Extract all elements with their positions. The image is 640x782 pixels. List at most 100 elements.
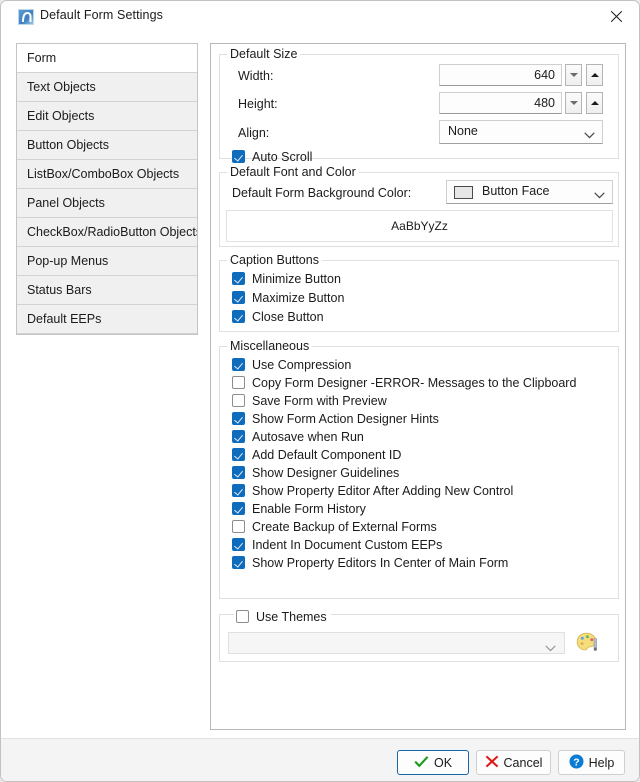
sidebar-item-label: CheckBox/RadioButton Objects <box>27 225 197 239</box>
settings-panel: Default Size Width: 640 Height: 480 Alig… <box>210 43 626 730</box>
sidebar-item-listbox-combobox-objects[interactable]: ListBox/ComboBox Objects <box>17 160 197 189</box>
show-designer-guidelines-checkbox[interactable]: Show Designer Guidelines <box>232 463 399 482</box>
create-backup-of-external-forms-checkbox[interactable]: Create Backup of External Forms <box>232 517 437 536</box>
default-font-color-group: Default Font and Color Default Form Back… <box>219 165 619 247</box>
show-property-editors-in-center-of-main-form-checkbox[interactable]: Show Property Editors In Center of Main … <box>232 553 508 572</box>
maximize-button-checkbox[interactable]: Maximize Button <box>232 288 344 307</box>
checkbox-label: Show Designer Guidelines <box>252 465 400 480</box>
font-preview-box: AaBbYyZz <box>226 210 613 242</box>
height-spin-down-button[interactable] <box>565 92 582 114</box>
sidebar-item-panel-objects[interactable]: Panel Objects <box>17 189 197 218</box>
checkbox-box <box>232 272 245 285</box>
sidebar-item-label: Form <box>27 51 57 65</box>
dialog-footer: OK Cancel ? Help <box>1 738 639 781</box>
enable-form-history-checkbox[interactable]: Enable Form History <box>232 499 366 518</box>
checkbox-label: Save Form with Preview <box>252 393 387 408</box>
checkbox-box <box>232 412 245 425</box>
checkbox-box <box>232 291 245 304</box>
font-preview-text: AaBbYyZz <box>391 219 448 233</box>
sidebar-item-label: Panel Objects <box>27 196 105 210</box>
use-compression-checkbox[interactable]: Use Compression <box>232 355 351 374</box>
use-themes-group-title: Use Themes <box>234 607 331 626</box>
autosave-when-run-checkbox[interactable]: Autosave when Run <box>232 427 364 446</box>
background-color-value: Button Face <box>482 184 550 198</box>
background-color-label: Default Form Background Color: <box>232 186 412 200</box>
sidebar-item-label: Text Objects <box>27 80 96 94</box>
sidebar-item-popup-menus[interactable]: Pop-up Menus <box>17 247 197 276</box>
sidebar-item-text-objects[interactable]: Text Objects <box>17 73 197 102</box>
align-label: Align: <box>238 126 270 140</box>
default-size-group: Default Size Width: 640 Height: 480 Alig… <box>219 47 619 164</box>
chevron-down-icon <box>569 101 578 105</box>
cancel-button[interactable]: Cancel <box>476 750 551 775</box>
checkbox-box <box>236 610 249 623</box>
checkbox-box <box>232 150 245 163</box>
caption-buttons-group-title: Caption Buttons <box>227 253 322 267</box>
color-swatch <box>454 186 473 199</box>
checkbox-label: Create Backup of External Forms <box>252 519 437 534</box>
align-combobox-value: None <box>448 124 478 138</box>
checkbox-box <box>232 376 245 389</box>
minimize-button-checkbox[interactable]: Minimize Button <box>232 269 341 288</box>
width-input[interactable]: 640 <box>439 64 562 86</box>
ok-button-label: OK <box>433 755 453 770</box>
use-themes-label: Use Themes <box>256 609 327 624</box>
use-themes-checkbox[interactable]: Use Themes <box>236 607 327 626</box>
checkbox-box <box>232 430 245 443</box>
theme-combobox[interactable] <box>228 632 565 654</box>
show-property-editor-after-adding-new-control-checkbox[interactable]: Show Property Editor After Adding New Co… <box>232 481 513 500</box>
question-circle-icon: ? <box>569 754 584 772</box>
color-palette-icon[interactable] <box>575 630 601 656</box>
sidebar-item-form[interactable]: Form <box>17 44 197 73</box>
checkmark-icon <box>414 755 429 771</box>
sidebar-item-label: Button Objects <box>27 138 109 152</box>
help-button[interactable]: ? Help <box>558 750 625 775</box>
auto-scroll-checkbox[interactable]: Auto Scroll <box>232 147 312 166</box>
sidebar-item-status-bars[interactable]: Status Bars <box>17 276 197 305</box>
category-list[interactable]: Form Text Objects Edit Objects Button Ob… <box>16 43 198 335</box>
use-themes-group: Use Themes <box>219 607 619 662</box>
checkbox-label: Add Default Component ID <box>252 447 402 462</box>
cancel-button-label: Cancel <box>503 755 543 770</box>
save-form-with-preview-checkbox[interactable]: Save Form with Preview <box>232 391 387 410</box>
auto-scroll-label: Auto Scroll <box>252 149 313 164</box>
sidebar-item-checkbox-radiobutton-objects[interactable]: CheckBox/RadioButton Objects <box>17 218 197 247</box>
add-default-component-id-checkbox[interactable]: Add Default Component ID <box>232 445 401 464</box>
x-mark-icon <box>485 755 499 771</box>
checkbox-box <box>232 394 245 407</box>
chevron-down-icon <box>545 639 556 657</box>
height-spin-up-button[interactable] <box>586 92 603 114</box>
chevron-up-icon <box>590 101 599 105</box>
sidebar-item-button-objects[interactable]: Button Objects <box>17 131 197 160</box>
show-form-action-designer-hints-checkbox[interactable]: Show Form Action Designer Hints <box>232 409 439 428</box>
sidebar-item-edit-objects[interactable]: Edit Objects <box>17 102 197 131</box>
miscellaneous-group: Miscellaneous Use Compression Copy Form … <box>219 339 619 599</box>
checkbox-box <box>232 310 245 323</box>
ok-button[interactable]: OK <box>397 750 469 775</box>
checkbox-box <box>232 466 245 479</box>
checkbox-label: Show Property Editor After Adding New Co… <box>252 483 514 498</box>
chevron-up-icon <box>590 73 599 77</box>
width-spin-down-button[interactable] <box>565 64 582 86</box>
height-input[interactable]: 480 <box>439 92 562 114</box>
default-size-group-title: Default Size <box>227 47 301 61</box>
copy-error-messages-checkbox[interactable]: Copy Form Designer -ERROR- Messages to t… <box>232 373 576 392</box>
default-font-color-group-title: Default Font and Color <box>227 165 359 179</box>
sidebar-item-default-eeps[interactable]: Default EEPs <box>17 305 197 334</box>
dialog-body: Form Text Objects Edit Objects Button Ob… <box>1 32 639 781</box>
width-spin-up-button[interactable] <box>586 64 603 86</box>
chevron-down-icon <box>584 128 595 142</box>
indent-in-document-custom-eeps-checkbox[interactable]: Indent In Document Custom EEPs <box>232 535 442 554</box>
close-icon[interactable] <box>594 1 639 32</box>
sidebar-item-label: Pop-up Menus <box>27 254 109 268</box>
sidebar-item-label: Default EEPs <box>27 312 102 326</box>
sidebar-item-label: Status Bars <box>27 283 92 297</box>
dialog-window: Default Form Settings Form Text Objects … <box>0 0 640 782</box>
chevron-down-icon <box>594 188 605 202</box>
align-combobox[interactable]: None <box>439 120 603 144</box>
caption-buttons-group: Caption Buttons Minimize Button Maximize… <box>219 253 619 332</box>
close-button-checkbox[interactable]: Close Button <box>232 307 324 326</box>
checkbox-label: Autosave when Run <box>252 429 364 444</box>
height-label: Height: <box>238 97 278 111</box>
background-color-combobox[interactable]: Button Face <box>446 180 613 204</box>
